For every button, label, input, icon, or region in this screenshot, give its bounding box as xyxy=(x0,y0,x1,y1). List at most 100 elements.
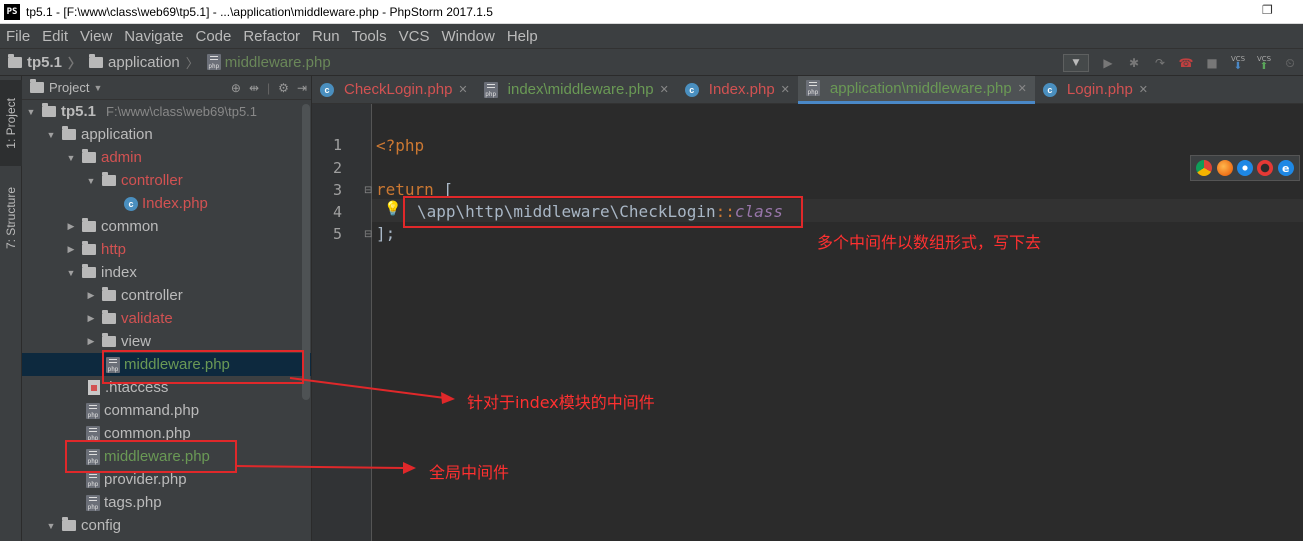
tool-tab-project[interactable]: 1: Project xyxy=(0,80,22,166)
chrome-icon[interactable] xyxy=(1196,160,1213,176)
run-icon[interactable]: ▶ xyxy=(1098,53,1118,73)
collapse-arrow-icon[interactable]: ▶ xyxy=(84,313,98,324)
collapse-arrow-icon[interactable]: ▶ xyxy=(84,336,98,347)
folder-icon xyxy=(8,53,22,68)
tab-index-php[interactable]: c Index.php ✕ xyxy=(677,76,798,104)
collapse-arrow-icon[interactable]: ▶ xyxy=(64,244,78,255)
menu-navigate[interactable]: Navigate xyxy=(118,28,189,45)
breadcrumb-project[interactable]: tp5.1 〉 xyxy=(8,53,81,72)
phpstorm-logo-icon: PS xyxy=(4,3,20,20)
gear-icon[interactable]: ⚙ xyxy=(278,81,289,95)
tree-item-tags-php[interactable]: php tags.php xyxy=(22,491,311,514)
vcs-history-icon[interactable]: ⏲ xyxy=(1280,53,1300,73)
menu-bar: File Edit View Navigate Code Refactor Ru… xyxy=(0,24,1303,48)
breadcrumb-separator-icon: 〉 xyxy=(185,55,199,71)
tab-index-middleware-php[interactable]: php index\middleware.php ✕ xyxy=(476,76,677,104)
menu-edit[interactable]: Edit xyxy=(36,28,74,45)
menu-help[interactable]: Help xyxy=(501,28,544,45)
tool-tab-structure[interactable]: 7: Structure xyxy=(0,172,22,264)
tree-item-index[interactable]: ▼ index xyxy=(22,261,311,284)
expand-arrow-icon[interactable]: ▼ xyxy=(64,153,78,163)
safari-icon[interactable] xyxy=(1236,160,1253,176)
annotation-global-note: 全局中间件 xyxy=(429,463,510,482)
menu-code[interactable]: Code xyxy=(189,28,237,45)
run-config-dropdown[interactable]: ▼ xyxy=(1063,54,1089,72)
menu-refactor[interactable]: Refactor xyxy=(237,28,306,45)
chevron-down-icon[interactable]: ▼ xyxy=(93,83,102,93)
close-icon[interactable]: ✕ xyxy=(781,83,790,96)
firefox-icon[interactable] xyxy=(1216,160,1233,176)
line-number: 5 xyxy=(332,225,342,243)
close-icon[interactable]: ✕ xyxy=(660,83,669,96)
expand-arrow-icon[interactable]: ▼ xyxy=(64,268,78,278)
window-title: tp5.1 - [F:\www\class\web69\tp5.1] - ...… xyxy=(26,4,493,19)
tree-item-admin-controller[interactable]: ▼ controller xyxy=(22,169,311,192)
tree-item-application[interactable]: ▼ application xyxy=(22,123,311,146)
menu-run[interactable]: Run xyxy=(306,28,346,45)
menu-tools[interactable]: Tools xyxy=(346,28,393,45)
expand-arrow-icon[interactable]: ▼ xyxy=(44,130,58,140)
vcs-commit-icon[interactable]: VCS ⬆ xyxy=(1254,53,1274,73)
annotation-index-note: 针对于index模块的中间件 xyxy=(467,393,655,412)
expand-arrow-icon[interactable]: ▼ xyxy=(44,521,58,531)
restore-window-icon[interactable]: ❐ xyxy=(1262,3,1273,17)
stop-icon[interactable]: ■ xyxy=(1202,53,1222,73)
opera-icon[interactable] xyxy=(1257,160,1274,176)
htaccess-file-icon xyxy=(88,380,100,395)
tree-root[interactable]: ▼ tp5.1 F:\www\class\web69\tp5.1 xyxy=(22,100,311,123)
php-class-icon: c xyxy=(1042,82,1057,97)
fold-marker-icon[interactable]: ⊟ xyxy=(364,229,372,240)
folder-icon xyxy=(82,218,96,232)
tab-application-middleware-php[interactable]: php application\middleware.php ✕ xyxy=(797,75,1035,104)
tree-item-config[interactable]: ▼ config xyxy=(22,514,311,537)
collapse-arrow-icon[interactable]: ▶ xyxy=(84,290,98,301)
ie-icon[interactable]: e xyxy=(1277,160,1294,176)
php-class-icon: c xyxy=(124,196,138,211)
project-panel-header: Project ▼ ⊕ ⇹ | ⚙ ⇥ xyxy=(22,76,311,100)
close-icon[interactable]: ✕ xyxy=(1139,83,1148,96)
line-number: 4 xyxy=(332,203,342,221)
line-number: 3 xyxy=(332,181,342,199)
menu-window[interactable]: Window xyxy=(435,28,500,45)
listen-debug-icon[interactable]: ☎ xyxy=(1176,53,1196,73)
tab-checklogin-php[interactable]: c CheckLogin.php ✕ xyxy=(312,76,476,104)
tree-item-command-php[interactable]: php command.php xyxy=(22,399,311,422)
target-icon[interactable]: ⊕ xyxy=(231,81,241,95)
breadcrumb-separator-icon: 〉 xyxy=(68,55,82,71)
menu-view[interactable]: View xyxy=(74,28,118,45)
tree-item-validate[interactable]: ▶ validate xyxy=(22,307,311,330)
tab-login-php[interactable]: c Login.php ✕ xyxy=(1035,76,1156,104)
collapse-arrow-icon[interactable]: ▶ xyxy=(64,221,78,232)
tree-item-http[interactable]: ▶ http xyxy=(22,238,311,261)
fold-marker-icon[interactable]: ⊟ xyxy=(364,185,372,196)
vcs-update-icon[interactable]: VCS ⬇ xyxy=(1228,53,1248,73)
tree-item-index-php[interactable]: c Index.php xyxy=(22,192,311,215)
menu-vcs[interactable]: VCS xyxy=(393,28,436,45)
expand-arrow-icon[interactable]: ▼ xyxy=(24,107,38,117)
folder-icon xyxy=(42,103,56,117)
tree-item-common[interactable]: ▶ common xyxy=(22,215,311,238)
editor-tab-bar: c CheckLogin.php ✕ php index\middleware.… xyxy=(312,75,1303,104)
collapse-all-icon[interactable]: ⇹ xyxy=(249,81,259,95)
folder-icon xyxy=(89,53,104,68)
debug-icon[interactable]: ✱ xyxy=(1124,53,1144,73)
close-icon[interactable]: ✕ xyxy=(1018,82,1027,95)
breadcrumb-folder[interactable]: application 〉 xyxy=(89,53,199,72)
tree-item-admin[interactable]: ▼ admin xyxy=(22,146,311,169)
tree-item-index-controller[interactable]: ▶ controller xyxy=(22,284,311,307)
expand-arrow-icon[interactable]: ▼ xyxy=(84,176,98,186)
project-panel-title[interactable]: Project xyxy=(49,80,89,95)
tool-window-strip: 1: Project 7: Structure xyxy=(0,76,22,541)
menu-file[interactable]: File xyxy=(0,28,36,45)
hide-icon[interactable]: ⇥ xyxy=(297,81,307,95)
title-bar: PS tp5.1 - [F:\www\class\web69\tp5.1] - … xyxy=(0,0,1303,24)
line-number: 1 xyxy=(332,136,342,154)
folder-icon xyxy=(102,287,116,301)
annotation-box-code xyxy=(403,196,803,228)
folder-icon xyxy=(82,241,96,255)
php-file-icon: php xyxy=(86,402,100,419)
lightbulb-icon[interactable]: 💡 xyxy=(384,201,401,217)
step-icon[interactable]: ↷ xyxy=(1150,53,1170,73)
breadcrumb-file[interactable]: php middleware.php xyxy=(206,54,331,71)
close-icon[interactable]: ✕ xyxy=(458,83,467,96)
